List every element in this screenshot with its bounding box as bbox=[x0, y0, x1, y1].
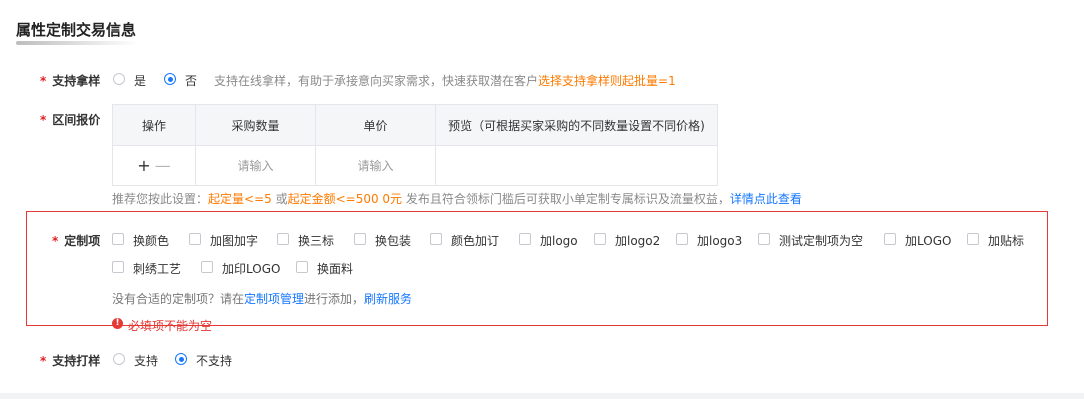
customization-checkbox[interactable] bbox=[884, 233, 896, 245]
customization-option[interactable]: 加贴标 bbox=[988, 232, 1024, 249]
customization-checkbox[interactable] bbox=[967, 233, 979, 245]
error-icon: ! bbox=[112, 318, 123, 329]
column-header-operation: 操作 bbox=[112, 104, 196, 146]
sample-no-label[interactable]: 否 bbox=[185, 72, 197, 89]
column-header-preview: 预览（可根据买家采购的不同数量设置不同价格) bbox=[435, 104, 718, 146]
customization-checkbox[interactable] bbox=[112, 233, 124, 245]
customization-option[interactable]: 换三标 bbox=[298, 232, 334, 249]
customization-option[interactable]: 加logo3 bbox=[697, 232, 742, 249]
error-message: 必填项不能为空 bbox=[128, 319, 213, 333]
add-icon[interactable]: + bbox=[137, 156, 150, 175]
sample-hint-highlight: 选择支持拿样则起批量=1 bbox=[538, 74, 676, 88]
details-link[interactable]: 详情点此查看 bbox=[730, 192, 802, 206]
range-price-label: * 区间报价 bbox=[40, 111, 100, 128]
table-header-row: 操作 采购数量 单价 预览（可根据买家采购的不同数量设置不同价格) bbox=[112, 104, 718, 146]
proofing-label: * 支持打样 bbox=[40, 352, 100, 369]
no-fit-middle: 进行添加， bbox=[304, 292, 365, 306]
suggest-or: 或 bbox=[271, 192, 288, 206]
required-mark: * bbox=[40, 354, 47, 368]
operation-cell: + — bbox=[112, 145, 196, 186]
no-fit-hint: 没有合适的定制项？请在定制项管理进行添加，刷新服务 bbox=[112, 290, 412, 307]
customization-checkbox[interactable] bbox=[189, 233, 201, 245]
customization-checkbox[interactable] bbox=[594, 233, 606, 245]
customization-checkbox[interactable] bbox=[277, 233, 289, 245]
section-title: 属性定制交易信息 bbox=[16, 21, 137, 39]
column-header-quantity: 采购数量 bbox=[195, 104, 316, 146]
range-price-label-text: 区间报价 bbox=[52, 113, 101, 127]
required-mark: * bbox=[40, 74, 47, 88]
price-input[interactable]: 请输入 bbox=[315, 145, 436, 186]
required-mark: * bbox=[52, 234, 59, 248]
customization-option[interactable]: 加logo2 bbox=[615, 232, 660, 249]
preview-cell bbox=[435, 145, 718, 186]
customization-option[interactable]: 刺绣工艺 bbox=[133, 260, 181, 277]
column-header-price: 单价 bbox=[315, 104, 436, 146]
suggest-min-amount: 起定金额<=500 0元 bbox=[287, 192, 403, 206]
no-fit-prefix: 没有合适的定制项？请在 bbox=[112, 292, 245, 306]
suggest-min-qty: 起定量<=5 bbox=[208, 192, 272, 206]
customization-option[interactable]: 加logo bbox=[540, 232, 578, 249]
customization-checkbox[interactable] bbox=[296, 261, 308, 273]
price-suggestion: 推荐您按此设置：起定量<=5 或起定金额<=500 0元 发布且符合领标门槛后可… bbox=[112, 190, 802, 207]
customization-option[interactable]: 加图加字 bbox=[210, 232, 258, 249]
proofing-no-support-radio[interactable] bbox=[175, 353, 187, 365]
customization-checkbox[interactable] bbox=[201, 261, 213, 273]
operation-icons: + — bbox=[137, 156, 170, 175]
customization-option[interactable]: 加印LOGO bbox=[222, 260, 280, 277]
customization-option[interactable]: 加LOGO bbox=[905, 232, 951, 249]
proofing-support-radio[interactable] bbox=[113, 353, 125, 365]
range-price-table: 操作 采购数量 单价 预览（可根据买家采购的不同数量设置不同价格) + — 请输入… bbox=[112, 104, 718, 186]
proofing-label-text: 支持打样 bbox=[52, 354, 101, 368]
quantity-input[interactable]: 请输入 bbox=[195, 145, 316, 186]
customization-option[interactable]: 换颜色 bbox=[133, 232, 169, 249]
customization-checkbox[interactable] bbox=[112, 261, 124, 273]
customization-option[interactable]: 颜色加订 bbox=[451, 232, 499, 249]
sample-label: * 支持拿样 bbox=[40, 72, 100, 89]
suggest-middle: 发布且符合领标门槛后可获取小单定制专属标识及流量权益， bbox=[402, 192, 730, 206]
customization-checkbox[interactable] bbox=[519, 233, 531, 245]
suggest-prefix: 推荐您按此设置： bbox=[112, 192, 209, 206]
sample-no-radio[interactable] bbox=[164, 73, 176, 85]
customization-checkbox[interactable] bbox=[430, 233, 442, 245]
proofing-support-label[interactable]: 支持 bbox=[134, 352, 158, 369]
customization-checkbox[interactable] bbox=[758, 233, 770, 245]
sample-yes-radio[interactable] bbox=[113, 73, 125, 85]
sample-hint: 支持在线拿样，有助于承接意向买家需求，快速获取潜在客户选择支持拿样则起批量=1 bbox=[214, 72, 676, 89]
customization-label: * 定制项 bbox=[52, 232, 100, 249]
sample-hint-text: 支持在线拿样，有助于承接意向买家需求，快速获取潜在客户 bbox=[214, 74, 539, 88]
sample-label-text: 支持拿样 bbox=[52, 74, 101, 88]
remove-icon[interactable]: — bbox=[155, 156, 171, 175]
customization-option[interactable]: 换包装 bbox=[375, 232, 411, 249]
required-mark: * bbox=[40, 113, 47, 127]
customization-checkbox[interactable] bbox=[354, 233, 366, 245]
proofing-no-support-label[interactable]: 不支持 bbox=[196, 352, 232, 369]
manage-customization-link[interactable]: 定制项管理 bbox=[244, 292, 304, 306]
customization-option[interactable]: 测试定制项为空 bbox=[779, 232, 863, 249]
customization-option[interactable]: 换面料 bbox=[317, 260, 353, 277]
refresh-service-link[interactable]: 刷新服务 bbox=[364, 292, 412, 306]
table-row: + — 请输入 请输入 bbox=[112, 145, 718, 186]
customization-label-text: 定制项 bbox=[64, 234, 101, 248]
trade-info-panel: 属性定制交易信息 * 支持拿样 是 否 支持在线拿样，有助于承接意向买家需求，快速… bbox=[0, 0, 1084, 393]
title-underline bbox=[16, 41, 138, 45]
customization-checkbox[interactable] bbox=[676, 233, 688, 245]
sample-yes-label[interactable]: 是 bbox=[134, 72, 146, 89]
